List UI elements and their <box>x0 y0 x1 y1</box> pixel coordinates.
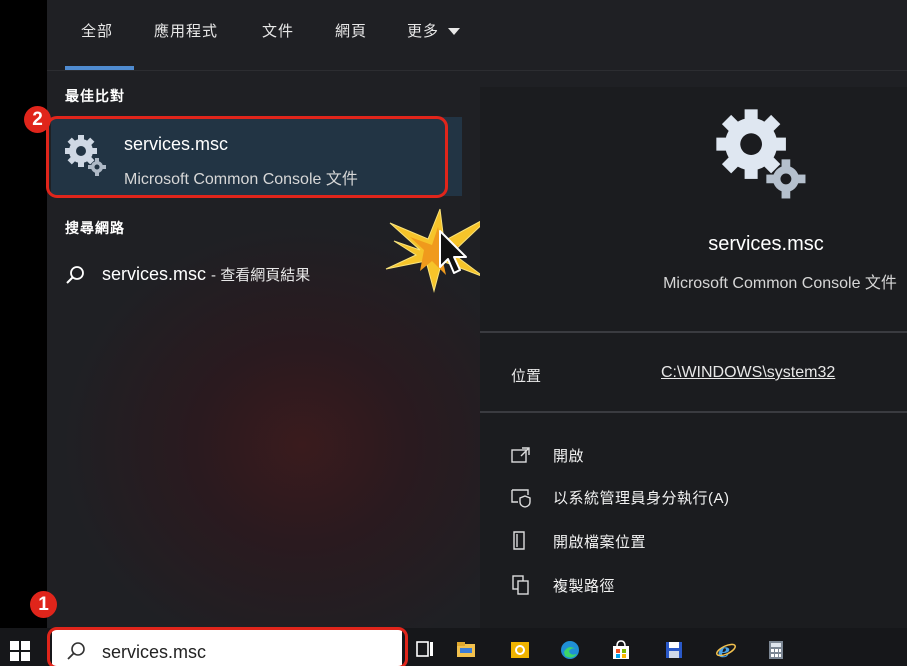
calculator-icon[interactable] <box>766 640 786 660</box>
web-result-query: services.msc <box>102 264 207 284</box>
edge-icon[interactable] <box>560 640 580 660</box>
step-badge-1: 1 <box>30 591 57 618</box>
tab-web[interactable]: 網頁 <box>335 20 367 41</box>
action-run-as-admin-label: 以系統管理員身分執行(A) <box>553 490 730 507</box>
open-icon <box>511 447 530 463</box>
details-divider <box>480 411 907 413</box>
action-open-file-location[interactable]: 開啟檔案位置 <box>510 527 890 557</box>
tab-apps[interactable]: 應用程式 <box>154 20 218 41</box>
details-title: services.msc <box>708 233 824 255</box>
web-result-text: services.msc - 查看網頁結果 <box>102 264 310 285</box>
action-open-file-location-label: 開啟檔案位置 <box>553 534 647 551</box>
tab-documents[interactable]: 文件 <box>262 20 294 41</box>
gears-icon <box>716 109 806 199</box>
details-panel: services.msc Microsoft Common Console 文件… <box>480 87 907 628</box>
tab-more[interactable]: 更多 <box>407 20 461 41</box>
store-icon[interactable] <box>611 640 631 660</box>
action-open-label: 開啟 <box>553 448 585 465</box>
tab-all[interactable]: 全部 <box>81 20 113 41</box>
internet-explorer-icon[interactable]: e <box>716 640 736 660</box>
search-web-heading: 搜尋網路 <box>65 220 125 236</box>
start-search-screen: 全部 應用程式 文件 網頁 更多 最佳比對 services.msc Micro… <box>0 0 907 666</box>
action-copy-path-label: 複製路徑 <box>553 578 616 595</box>
chevron-down-icon <box>448 28 461 36</box>
copy-icon <box>512 575 529 595</box>
action-copy-path[interactable]: 複製路徑 <box>510 571 890 601</box>
best-match-heading: 最佳比對 <box>65 88 125 104</box>
step-badge-2: 2 <box>24 106 51 133</box>
location-path-link[interactable]: C:\WINDOWS\system32 <box>661 364 835 382</box>
action-run-as-admin[interactable]: 以系統管理員身分執行(A) <box>510 483 890 513</box>
tab-divider <box>47 70 907 71</box>
details-divider <box>480 331 907 333</box>
save-icon[interactable] <box>664 640 684 660</box>
task-view-icon[interactable] <box>416 640 436 660</box>
search-icon <box>66 266 84 284</box>
outlook-icon[interactable] <box>510 640 530 660</box>
highlight-box-result <box>46 116 448 198</box>
highlight-box-search <box>47 627 408 666</box>
desktop-edge <box>0 0 47 628</box>
folder-location-icon <box>513 531 525 550</box>
tab-more-label: 更多 <box>407 23 440 40</box>
file-explorer-icon[interactable] <box>456 640 476 660</box>
windows-start-icon[interactable] <box>10 641 30 661</box>
action-open[interactable]: 開啟 <box>510 441 890 471</box>
location-label: 位置 <box>511 368 542 385</box>
web-result-suffix: - 查看網頁結果 <box>211 267 311 284</box>
shield-icon <box>511 489 531 508</box>
details-subtitle: Microsoft Common Console 文件 <box>663 275 897 292</box>
